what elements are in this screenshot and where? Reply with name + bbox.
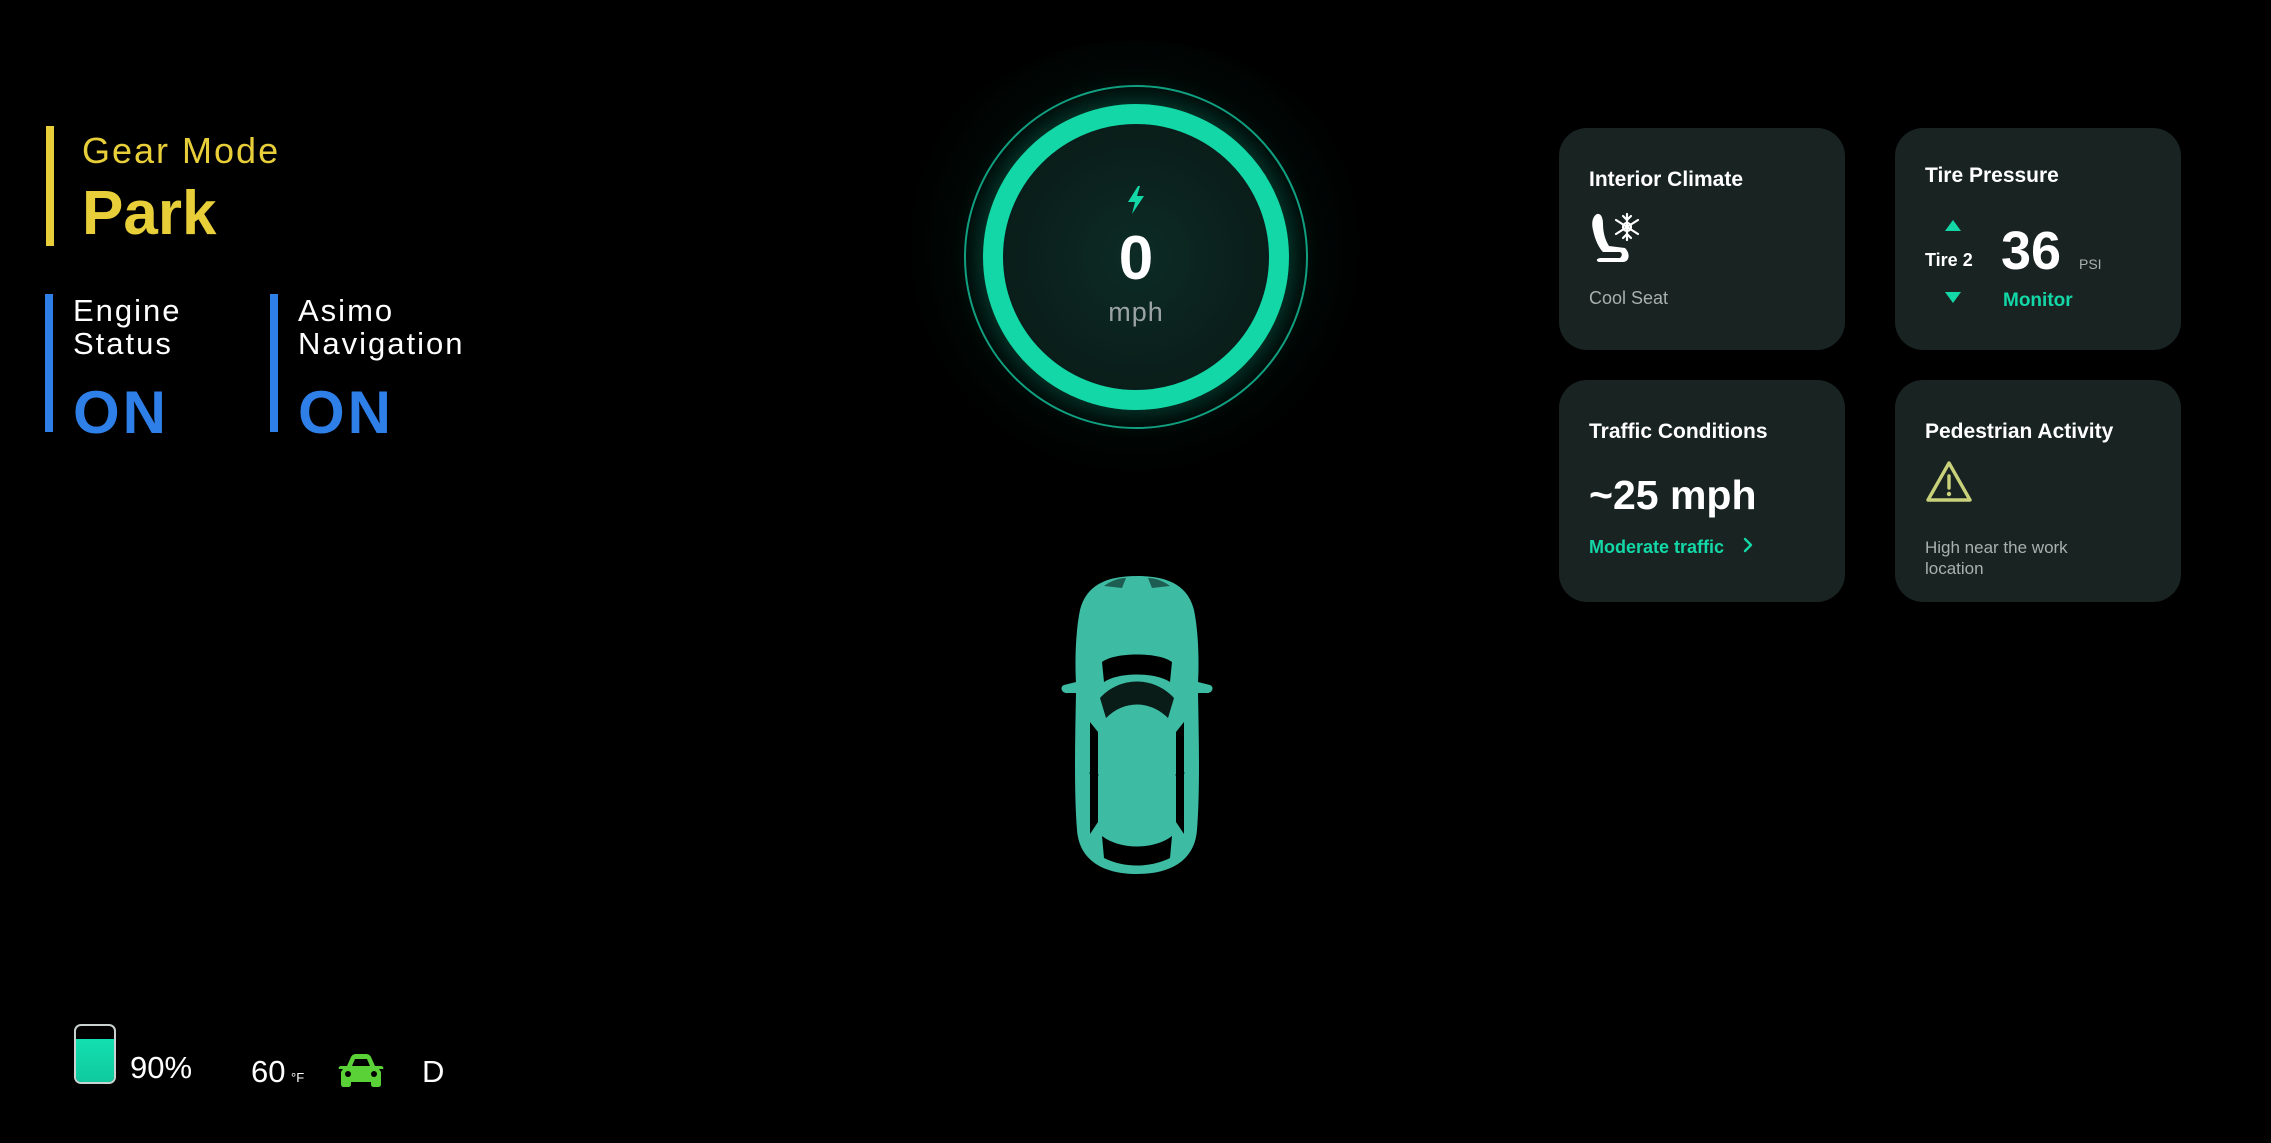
pedestrian-activity-card[interactable]: Pedestrian Activity High near the work l… [1895,380,2181,602]
interior-climate-title: Interior Climate [1589,168,1744,191]
traffic-conditions-card[interactable]: Traffic Conditions ~25 mph Moderate traf… [1559,380,1845,602]
battery-percent: 90% [130,1050,193,1085]
tire-selector-label: Tire 2 [1925,250,1973,270]
drive-mode: D [422,1054,445,1089]
gear-mode-value: Park [82,179,217,248]
chevron-right-icon[interactable] [1741,535,1755,555]
tire-pressure-title: Tire Pressure [1925,164,2059,187]
speedometer: 0 mph [964,85,1308,429]
engine-status-label: Engine Status [73,293,182,361]
pedestrian-activity-description: High near the work location [1925,538,2068,578]
engine-status-panel[interactable]: Engine Status ON [45,293,273,446]
car-icon [338,1054,384,1087]
speed-value: 0 [1118,224,1154,293]
gear-mode-label: Gear Mode [82,130,281,171]
navigation-status-label: Asimo Navigation [298,293,465,361]
pedestrian-activity-title: Pedestrian Activity [1925,420,2114,443]
traffic-speed-value: ~25 mph [1589,472,1757,518]
tire-pressure-unit: PSI [2079,256,2102,272]
temperature-value: 60 [251,1054,286,1089]
traffic-conditions-title: Traffic Conditions [1589,420,1768,443]
tire-pressure-value: 36 [2001,221,2062,281]
cool-seat-label: Cool Seat [1589,288,1669,308]
temperature-unit: °F [291,1070,305,1085]
gear-mode-panel: Gear Mode Park [46,126,281,248]
warning-icon [1926,461,1972,502]
navigation-status-panel[interactable]: Asimo Navigation ON [270,293,498,446]
engine-status-value: ON [73,379,169,446]
tire-up-arrow-icon[interactable] [1945,220,1961,231]
tire-pressure-card[interactable]: Tire Pressure Tire 2 36 PSI Monitor [1895,128,2181,350]
speed-unit: mph [1108,297,1164,327]
traffic-status-link[interactable]: Moderate traffic [1589,537,1724,558]
battery-level-fill [76,1038,114,1082]
battery-icon [74,1024,116,1084]
tire-down-arrow-icon[interactable] [1945,292,1961,303]
navigation-status-value: ON [298,379,394,446]
car-top-view-icon [1061,576,1213,874]
cool-seat-icon [1592,212,1640,262]
tire-pressure-status: Monitor [2003,290,2073,311]
lightning-bolt-icon [1128,186,1144,214]
interior-climate-card[interactable]: Interior Climate Cool Seat [1559,128,1845,350]
